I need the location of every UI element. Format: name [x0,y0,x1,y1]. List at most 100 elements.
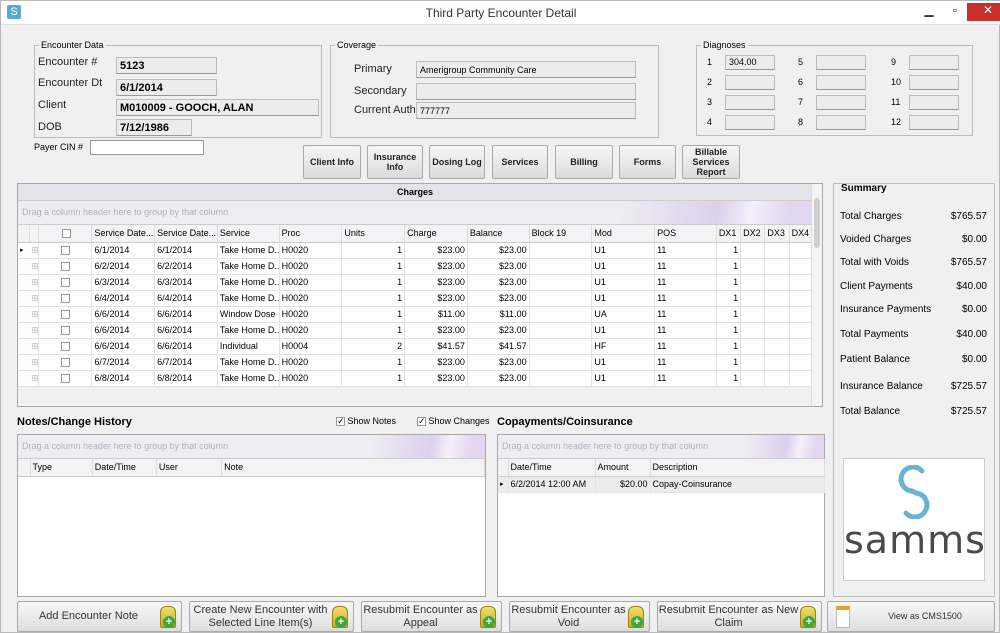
row-checkbox[interactable] [60,342,70,352]
scrollbar-thumb[interactable] [814,198,820,248]
column-header[interactable]: Balance [467,225,530,243]
table-row[interactable]: ⊞ 6/3/2014 6/3/2014 Take Home D... H0020 1 $23… [18,274,813,291]
column-header[interactable]: Units [341,225,406,243]
column-header[interactable]: Date/Time [92,459,157,477]
column-header[interactable]: POS [654,225,717,243]
column-header[interactable]: Charge [404,225,468,243]
table-cell: UA [591,306,656,323]
column-header[interactable]: DX1 [716,225,742,243]
diagnosis-field[interactable] [816,55,866,70]
column-header[interactable] [29,225,39,243]
column-header[interactable]: DX4 [789,225,813,243]
table-row[interactable]: ⊞ 6/6/2014 6/6/2014 Individual H0004 2 $41.57 $… [18,338,813,355]
summary-row: Total Balance $725.57 [840,406,987,417]
table-row[interactable]: ⊞ 6/8/2014 6/8/2014 Take Home D... H0020 1 $23… [18,370,813,387]
close-button[interactable]: ✕ [967,3,1000,21]
action-button-4[interactable]: Resubmit Encounter as New Claim [657,601,822,632]
row-checkbox[interactable] [60,310,70,320]
expand-icon[interactable]: ⊞ [29,258,39,275]
action-button-3[interactable]: Resubmit Encounter as Void [509,601,650,632]
row-checkbox[interactable] [60,326,70,336]
nav-button-client-info[interactable]: Client Info [303,145,361,179]
diagnosis-field[interactable] [909,55,959,70]
table-row[interactable]: ⊞ 6/6/2014 6/6/2014 Window Dose H0020 1 $11.00… [18,306,813,323]
show-notes-checkbox[interactable]: ✓ Show Notes [336,416,396,427]
dob-label: DOB [38,121,62,133]
action-button-5[interactable]: View as CMS1500 [827,601,995,632]
column-header[interactable]: Type [30,459,93,477]
diagnosis-field[interactable] [909,75,959,90]
column-header[interactable]: Date/Time [508,459,596,477]
diagnosis-field[interactable] [725,115,775,130]
diagnosis-number: 9 [891,57,897,67]
show-changes-checkbox[interactable]: ✓ Show Changes [417,416,490,427]
table-row[interactable]: ⊞ 6/7/2014 6/7/2014 Take Home D... H0020 1 $23… [18,354,813,371]
column-header[interactable]: Description [650,459,825,477]
column-header[interactable]: Service Date... [91,225,156,243]
expand-icon[interactable]: ⊞ [29,370,39,387]
expand-icon[interactable]: ⊞ [29,322,39,339]
lock-add-icon [479,605,496,628]
diagnosis-field[interactable] [725,75,775,90]
nav-button-dosing-log[interactable]: Dosing Log [429,145,485,179]
table-cell [764,306,790,323]
row-checkbox[interactable] [60,358,70,368]
nav-button-billable-services-report[interactable]: Billable Services Report [682,145,740,179]
table-cell: 6/2/2014 [154,258,218,275]
table-row[interactable]: ⊞ 6/4/2014 6/4/2014 Take Home D... H0020 1 $23… [18,290,813,307]
table-row[interactable]: ▸ 6/2/2014 12:00 AM $20.00 Copay-Coinsuranc… [498,476,825,493]
expand-icon[interactable]: ⊞ [29,338,39,355]
column-header[interactable]: Service [217,225,280,243]
expand-icon[interactable]: ⊞ [29,274,39,291]
nav-button-services[interactable]: Services [492,145,548,179]
action-button-1[interactable]: Create New Encounter with Selected Line … [189,601,354,632]
column-header[interactable]: Service Date... [154,225,218,243]
secondary-label: Secondary [354,85,407,97]
row-checkbox[interactable] [60,262,70,272]
column-header[interactable] [38,225,93,243]
secondary-field [416,83,636,100]
column-header[interactable]: DX3 [764,225,790,243]
column-header[interactable]: DX2 [740,225,766,243]
table-row[interactable]: ⊞ 6/6/2014 6/6/2014 Take Home D... H0020 1 $23… [18,322,813,339]
nav-button-billing[interactable]: Billing [555,145,613,179]
expand-icon[interactable]: ⊞ [29,306,39,323]
column-header[interactable]: User [156,459,223,477]
payer-cin-input[interactable] [90,140,204,155]
diagnosis-field[interactable] [816,95,866,110]
table-row[interactable]: ⊞ 6/2/2014 6/2/2014 Take Home D... H0020 1 $23… [18,258,813,275]
table-cell: H0020 [279,274,343,291]
row-checkbox[interactable] [60,246,70,256]
diagnosis-field[interactable] [816,115,866,130]
row-checkbox[interactable] [60,374,70,384]
diagnosis-field[interactable]: 304.00 [725,55,775,70]
charges-scrollbar[interactable] [811,184,822,406]
maximize-button[interactable]: ▫ [943,3,967,21]
table-cell: 2 [341,338,406,355]
action-button-label: Resubmit Encounter as Appeal [363,603,478,629]
action-button-0[interactable]: Add Encounter Note [17,601,182,632]
diagnosis-field[interactable] [909,115,959,130]
diagnosis-field[interactable] [816,75,866,90]
expand-icon[interactable]: ⊞ [29,242,39,259]
column-header[interactable]: Note [221,459,485,477]
diagnosis-field[interactable] [725,95,775,110]
table-cell: 11 [654,322,717,339]
column-header[interactable]: Amount [595,459,651,477]
expand-icon[interactable]: ⊞ [29,290,39,307]
current-auth-field: 777777 [416,102,636,119]
action-button-2[interactable]: Resubmit Encounter as Appeal [361,601,502,632]
nav-button-forms[interactable]: Forms [619,145,676,179]
expand-icon[interactable]: ⊞ [29,354,39,371]
row-checkbox[interactable] [60,278,70,288]
minimize-button[interactable]: ▁ [917,3,941,21]
column-header[interactable]: Block 19 [529,225,593,243]
table-row[interactable]: ▸ ⊞ 6/1/2014 6/1/2014 Take Home D... H0020 1 $2… [18,242,813,259]
nav-button-insurance-info[interactable]: Insurance Info [367,145,423,179]
column-header[interactable]: Proc [279,225,343,243]
row-checkbox[interactable] [60,294,70,304]
diagnosis-field[interactable] [909,95,959,110]
table-cell: $11.00 [404,306,468,323]
column-header[interactable]: Mod [591,225,656,243]
select-all-checkbox[interactable] [61,229,71,239]
